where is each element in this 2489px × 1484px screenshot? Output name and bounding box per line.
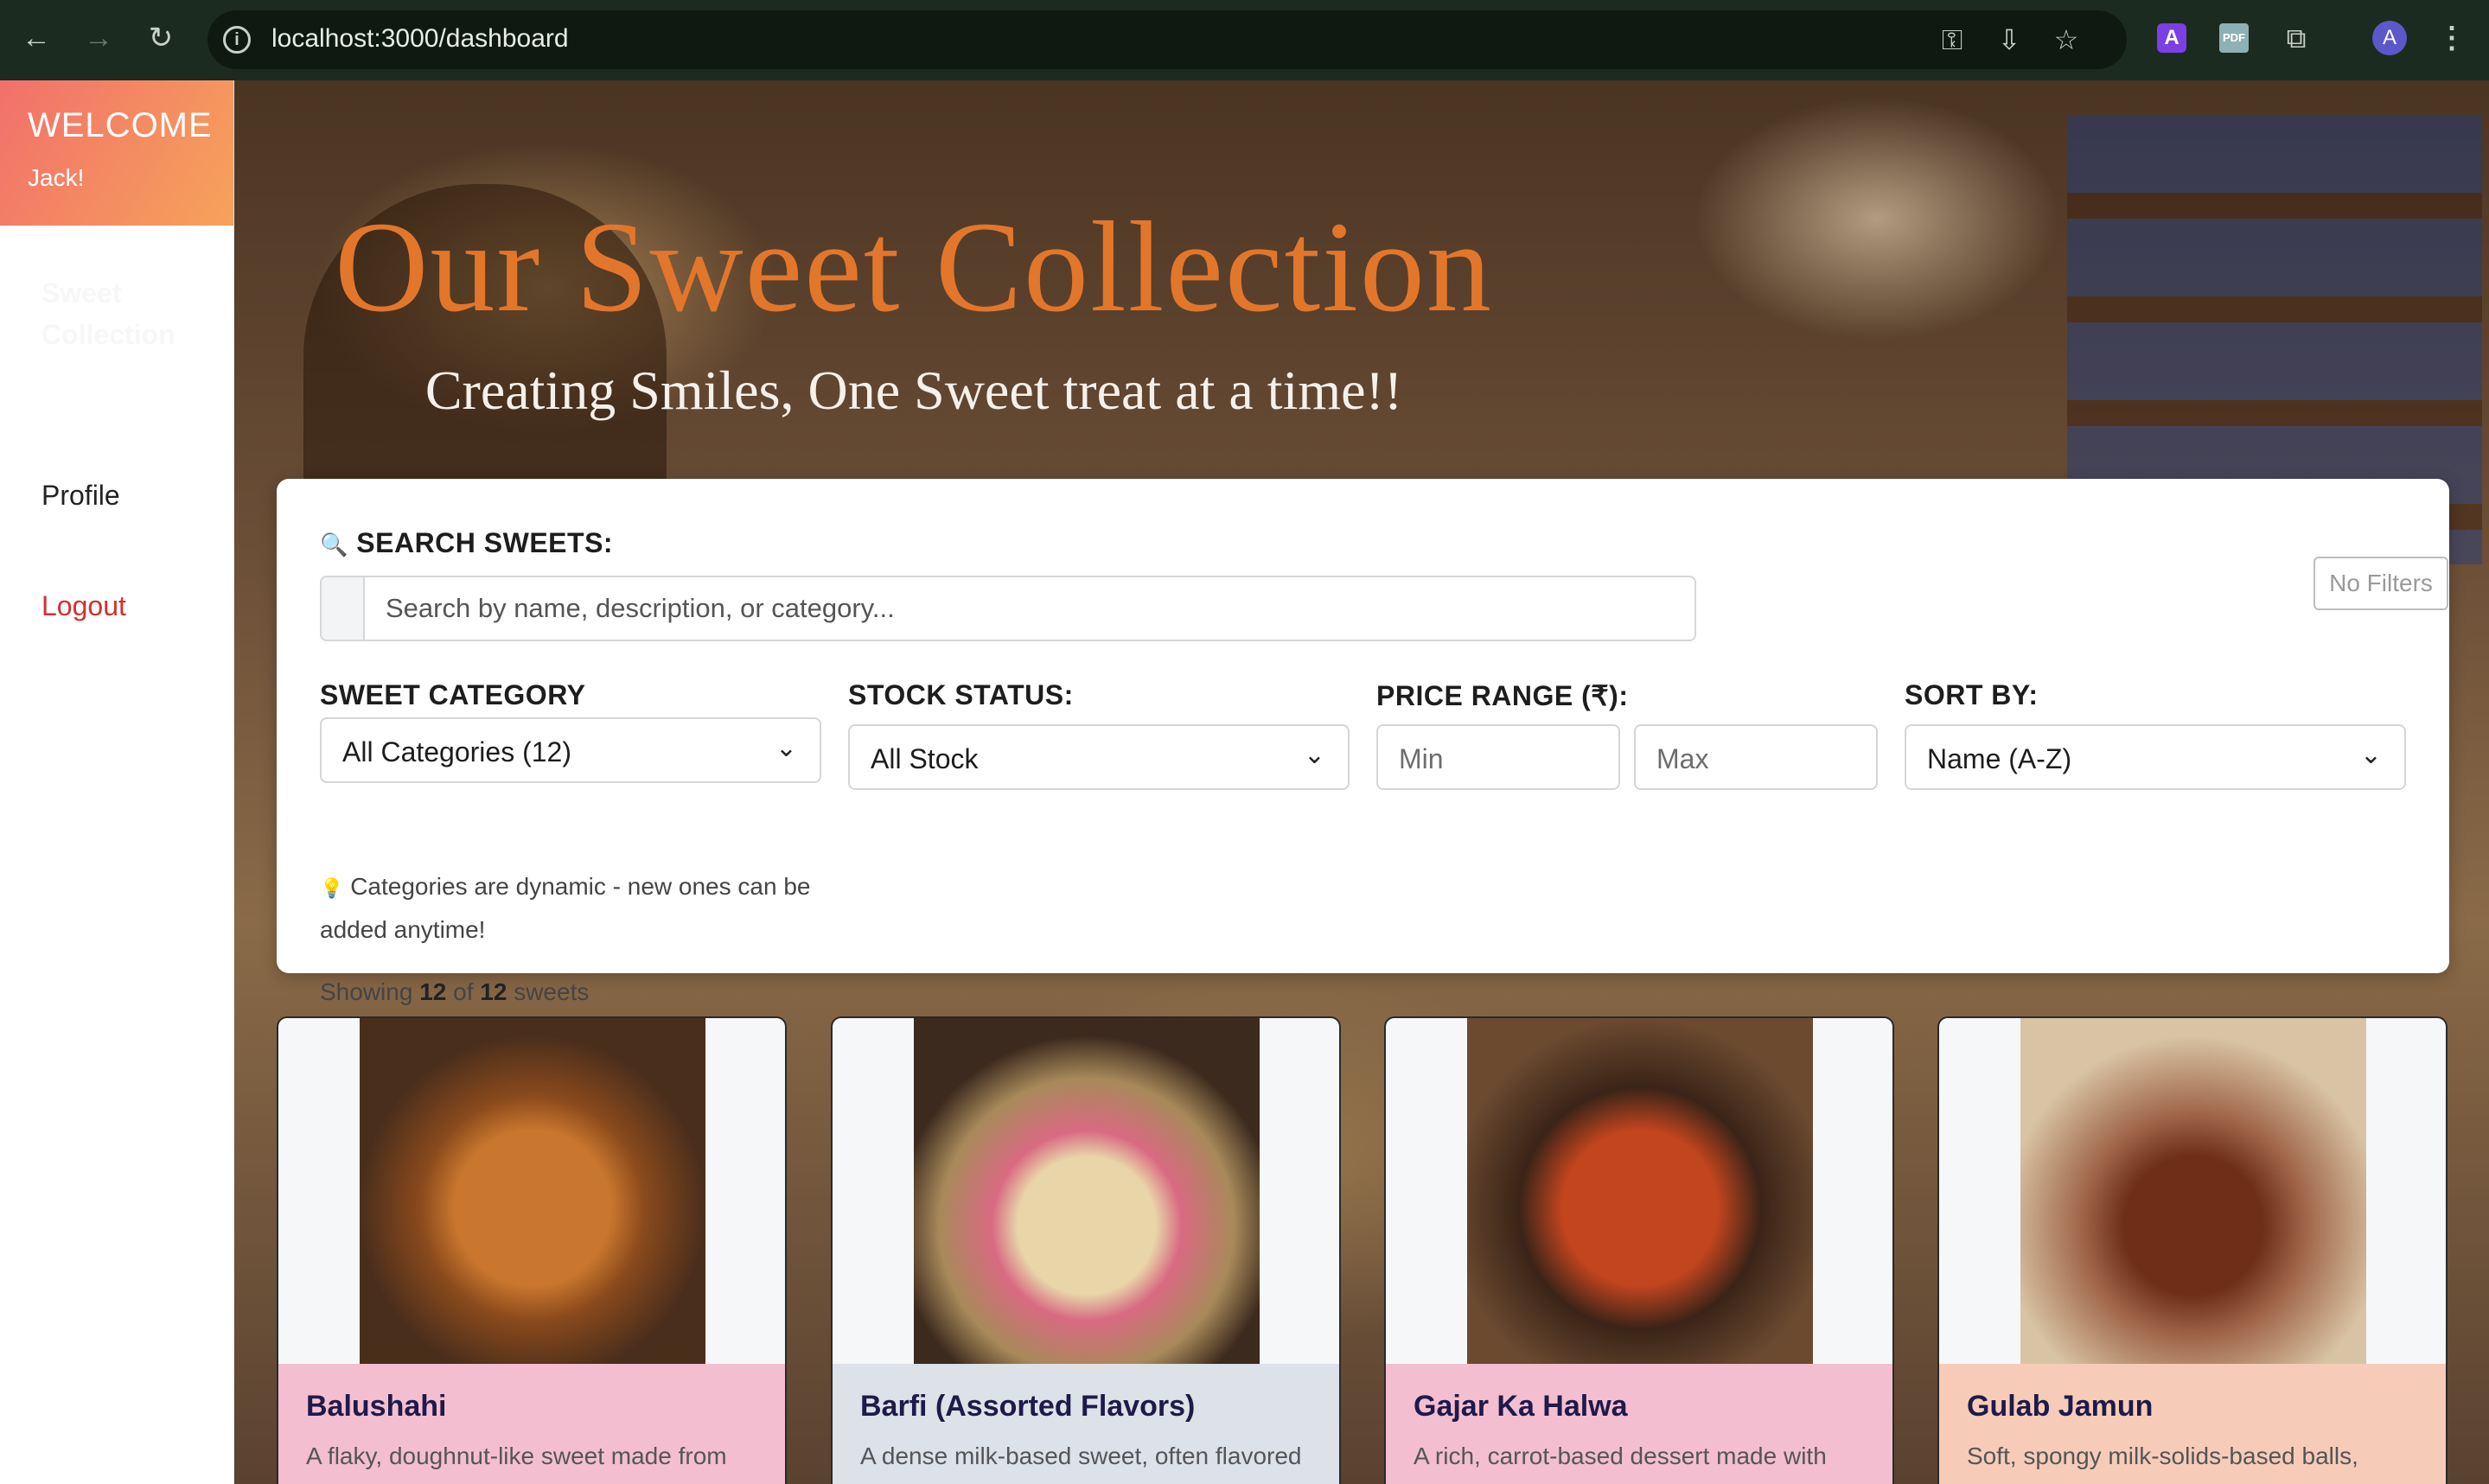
sweet-card-body: Barfi (Assorted Flavors) A dense milk-ba… <box>833 1364 1339 1484</box>
welcome-user: Jack! <box>28 164 85 191</box>
results-count: Showing 12 of 12 sweets <box>320 978 589 1006</box>
back-arrow-icon[interactable]: ← <box>19 21 54 55</box>
sweet-card-image <box>2020 1018 2366 1364</box>
forward-arrow-icon[interactable]: → <box>81 21 116 55</box>
hero-subtitle: Creating Smiles, One Sweet treat at a ti… <box>424 360 1403 421</box>
url-text: localhost:3000/dashboard <box>271 24 569 53</box>
sidebar-item-profile[interactable]: Profile <box>41 480 120 512</box>
price-range-label: PRICE RANGE (₹): <box>1376 680 1629 711</box>
results-total-count: 12 <box>480 978 507 1005</box>
sweet-card-body: Gajar Ka Halwa A rich, carrot-based dess… <box>1386 1364 1892 1484</box>
sidebar-item-sweet-collection[interactable]: Sweet Collection <box>41 272 214 355</box>
magnifier-icon: 🔍 <box>320 532 348 557</box>
sweet-card-name: Gulab Jamun <box>1967 1390 2154 1423</box>
results-shown-count: 12 <box>419 978 447 1005</box>
browser-menu-icon[interactable]: ⋮ <box>2435 21 2469 55</box>
sweet-card[interactable]: Gulab Jamun Soft, spongy milk-solids-bas… <box>1937 1016 2448 1484</box>
sweet-card-description: A dense milk-based sweet, often flavored <box>860 1443 1302 1469</box>
sweet-card[interactable]: Barfi (Assorted Flavors) A dense milk-ba… <box>831 1016 1341 1484</box>
sweet-card-name: Barfi (Assorted Flavors) <box>860 1390 1196 1423</box>
main-content: Our Sweet Collection Creating Smiles, On… <box>234 80 2489 1484</box>
sweet-card-image <box>914 1018 1260 1364</box>
install-icon[interactable]: ⇩ <box>1992 22 2026 57</box>
extensions-puzzle-icon[interactable]: ⧉ <box>2279 21 2313 55</box>
sweet-card-image <box>360 1018 705 1364</box>
sweet-card-description: Soft, spongy milk-solids-based balls, <box>1967 1443 2358 1469</box>
search-input-addon <box>322 577 365 640</box>
category-hint: 💡 Categories are dynamic - new ones can … <box>320 873 811 943</box>
sweet-card[interactable]: Balushahi A flaky, doughnut-like sweet m… <box>277 1016 787 1484</box>
reload-icon[interactable]: ↻ <box>144 21 178 55</box>
bookmark-star-icon[interactable]: ☆ <box>2049 22 2084 57</box>
price-min-input[interactable]: Min <box>1376 724 1620 790</box>
category-select[interactable]: All Categories (12) ⌄ <box>320 717 821 783</box>
browser-toolbar: ← → ↻ i localhost:3000/dashboard ⚿ ⇩ ☆ A… <box>0 0 2489 80</box>
stock-select[interactable]: All Stock ⌄ <box>848 724 1350 790</box>
sweet-card-body: Balushahi A flaky, doughnut-like sweet m… <box>278 1364 785 1484</box>
search-placeholder: Search by name, description, or category… <box>386 593 895 623</box>
sweet-card-image <box>1467 1018 1813 1364</box>
chevron-down-icon: ⌄ <box>2359 741 2382 769</box>
pdf-extension-icon[interactable]: PDF <box>2219 23 2249 53</box>
sidebar-item-logout[interactable]: Logout <box>41 590 126 622</box>
sweet-card-description: A rich, carrot-based dessert made with <box>1414 1443 1827 1469</box>
results-of: of <box>446 978 481 1005</box>
sweet-card-name: Gajar Ka Halwa <box>1414 1390 1628 1423</box>
chevron-down-icon: ⌄ <box>1303 741 1325 769</box>
results-suffix: sweets <box>507 978 590 1005</box>
welcome-title: WELCOME <box>28 106 213 144</box>
hero-title: Our Sweet Collection <box>335 195 1493 339</box>
address-bar[interactable]: i localhost:3000/dashboard ⚿ ⇩ ☆ <box>207 10 2127 69</box>
sweet-card-description: A flaky, doughnut-like sweet made from <box>306 1443 727 1469</box>
sort-label: SORT BY: <box>1905 679 2039 710</box>
price-max-input[interactable]: Max <box>1634 724 1878 790</box>
profile-avatar[interactable]: A <box>2372 21 2407 55</box>
sort-select[interactable]: Name (A-Z) ⌄ <box>1905 724 2406 790</box>
filter-panel: 🔍 SEARCH SWEETS: Search by name, descrip… <box>277 479 2449 1005</box>
sweet-card-name: Balushahi <box>306 1390 447 1423</box>
extension-a-icon[interactable]: A <box>2157 23 2186 53</box>
lightbulb-icon: 💡 <box>320 877 344 899</box>
search-label: 🔍 SEARCH SWEETS: <box>320 527 614 558</box>
welcome-banner: WELCOME Jack! <box>0 80 233 226</box>
sweet-card-body: Gulab Jamun Soft, spongy milk-solids-bas… <box>1939 1364 2446 1484</box>
no-filters-button[interactable]: No Filters <box>2313 557 2448 610</box>
results-prefix: Showing <box>320 978 420 1005</box>
category-label: SWEET CATEGORY <box>320 679 586 710</box>
sidebar: WELCOME Jack! Sweet Collection Profile L… <box>0 80 234 1484</box>
key-icon[interactable]: ⚿ <box>1935 22 1969 57</box>
search-input[interactable]: Search by name, description, or category… <box>320 576 1696 641</box>
stock-label: STOCK STATUS: <box>848 679 1074 710</box>
site-info-icon[interactable]: i <box>223 26 251 54</box>
sweet-card[interactable]: Gajar Ka Halwa A rich, carrot-based dess… <box>1384 1016 1894 1484</box>
chevron-down-icon: ⌄ <box>775 734 797 762</box>
